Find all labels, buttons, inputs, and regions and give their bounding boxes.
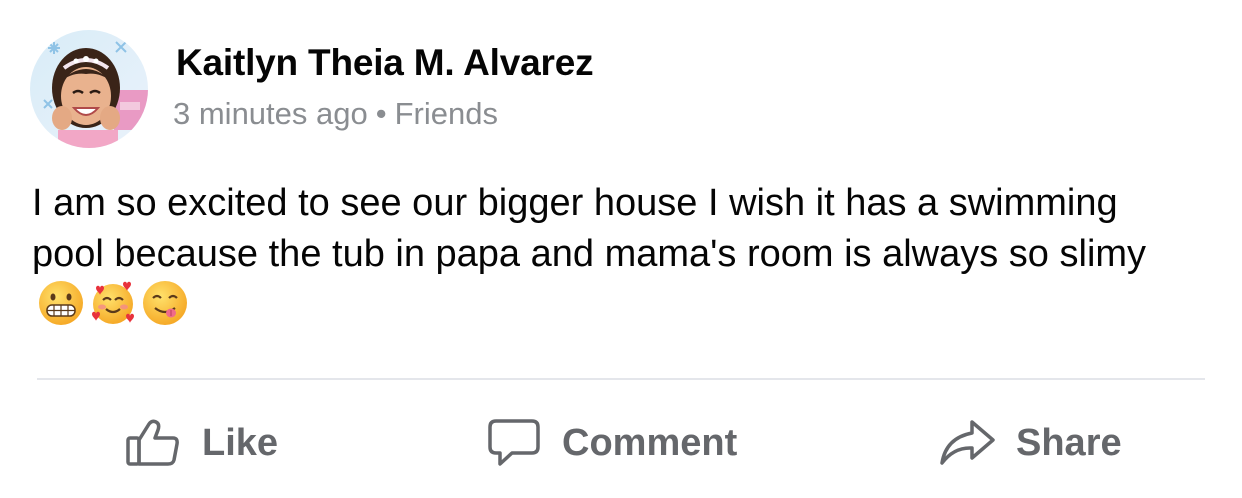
post-text: I am so excited to see our bigger house … (32, 178, 1182, 331)
thumbs-up-icon (124, 418, 182, 468)
post-body: I am so excited to see our bigger house … (32, 182, 1147, 275)
post-card: Kaitlyn Theia M. Alvarez 3 minutes ago • F… (0, 0, 1242, 498)
like-button[interactable]: Like (124, 405, 278, 481)
share-label: Share (1016, 421, 1122, 464)
comment-label: Comment (562, 421, 738, 464)
divider (37, 378, 1205, 380)
meta-separator: • (375, 96, 387, 131)
avatar-photo (30, 30, 148, 148)
timestamp[interactable]: 3 minutes ago (173, 96, 368, 131)
share-button[interactable]: Share (938, 405, 1122, 481)
like-label: Like (202, 421, 279, 464)
author-name[interactable]: Kaitlyn Theia M. Alvarez (176, 42, 594, 84)
comment-button[interactable]: Comment (486, 405, 737, 481)
audience-label: Friends (394, 96, 498, 131)
grimacing-face-emoji (38, 280, 84, 326)
share-arrow-icon (938, 418, 996, 468)
post-meta: 3 minutes ago • Friends (173, 96, 498, 132)
face-savoring-food-emoji (142, 280, 188, 326)
action-bar: Like Comment Share (0, 405, 1242, 481)
speech-bubble-icon (486, 417, 542, 469)
smiling-face-with-hearts-emoji (90, 280, 136, 326)
avatar[interactable] (30, 30, 148, 148)
